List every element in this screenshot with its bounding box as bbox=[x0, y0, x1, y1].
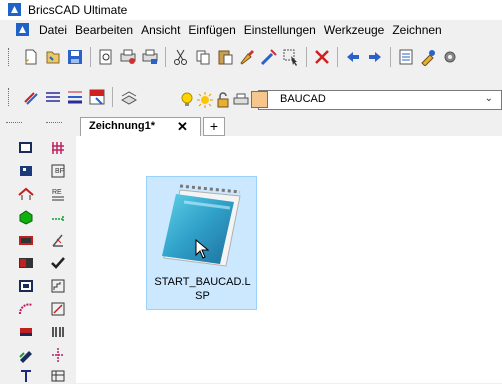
toolbar-separator bbox=[390, 47, 391, 67]
toolbar-separator bbox=[337, 47, 338, 67]
pencil-tool-icon[interactable] bbox=[18, 347, 34, 363]
properties-panel-icon[interactable] bbox=[397, 48, 415, 66]
title-bar: BricsCAD Ultimate bbox=[0, 0, 502, 20]
layer-unlocked-icon bbox=[217, 92, 229, 108]
column-tool-icon[interactable] bbox=[18, 324, 34, 340]
publish-icon[interactable] bbox=[141, 48, 159, 66]
layer-thawed-sun-icon bbox=[197, 92, 213, 108]
axis-tool-icon[interactable] bbox=[50, 347, 66, 363]
new-document-icon[interactable] bbox=[22, 48, 40, 66]
delete-icon[interactable] bbox=[313, 48, 331, 66]
open-document-icon[interactable] bbox=[44, 48, 62, 66]
redo-icon[interactable] bbox=[366, 48, 384, 66]
table-tool-icon[interactable] bbox=[50, 368, 66, 384]
roof-tool-icon[interactable] bbox=[18, 186, 34, 202]
copy-icon[interactable] bbox=[194, 48, 212, 66]
frame-tool-icon[interactable] bbox=[18, 278, 34, 294]
toolbar-separator bbox=[306, 47, 307, 67]
file-name-line1: START_BAUCAD.L bbox=[154, 276, 251, 288]
undo-icon[interactable] bbox=[344, 48, 362, 66]
toolbar-separator bbox=[165, 47, 166, 67]
window-title: BricsCAD Ultimate bbox=[28, 3, 128, 17]
window-tool-icon[interactable] bbox=[18, 232, 34, 248]
svg-text:BF: BF bbox=[55, 168, 64, 175]
left-tool-panel bbox=[0, 118, 76, 383]
select-similar-icon[interactable] bbox=[282, 48, 300, 66]
panel-grip[interactable] bbox=[6, 122, 22, 123]
tab-zeichnung1[interactable]: Zeichnung1* ✕ bbox=[80, 117, 201, 136]
bricscad-logo-icon bbox=[8, 3, 21, 16]
svg-text:RE: RE bbox=[52, 189, 62, 196]
settings-icon[interactable] bbox=[441, 48, 459, 66]
layer-plot-icon bbox=[233, 93, 249, 105]
close-icon[interactable]: ✕ bbox=[177, 119, 188, 135]
add-tab-button[interactable]: + bbox=[203, 117, 225, 136]
layer-dropdown[interactable]: BAUCAD ⌄ bbox=[181, 90, 502, 110]
wall-tool-icon[interactable] bbox=[18, 163, 34, 179]
bf-tool-icon[interactable]: BF bbox=[50, 163, 66, 179]
door-tool-icon[interactable] bbox=[18, 255, 34, 271]
hatch-tool-icon[interactable] bbox=[50, 140, 66, 156]
green-object-icon[interactable] bbox=[18, 209, 34, 225]
match-properties-icon[interactable] bbox=[238, 48, 256, 66]
paste-icon[interactable] bbox=[216, 48, 234, 66]
print-preview-icon[interactable] bbox=[97, 48, 115, 66]
arc-tool-icon[interactable] bbox=[18, 301, 34, 317]
chevron-down-icon: ⌄ bbox=[484, 93, 493, 104]
quick-properties-icon[interactable] bbox=[260, 48, 278, 66]
panel-grip[interactable] bbox=[46, 122, 62, 123]
toolbar-grip[interactable] bbox=[8, 88, 11, 106]
file-name: START_BAUCAD.L SP bbox=[147, 275, 258, 303]
draw-order-icon[interactable] bbox=[419, 48, 437, 66]
menu-werkzeuge[interactable]: Werkzeuge bbox=[320, 22, 388, 38]
plot-icon[interactable] bbox=[119, 48, 137, 66]
tab-label: Zeichnung1* bbox=[89, 120, 156, 132]
stair-tool-icon[interactable] bbox=[50, 278, 66, 294]
angle-tool-icon[interactable] bbox=[50, 232, 66, 248]
entity-color-icon[interactable] bbox=[22, 88, 40, 106]
layer-color-swatch bbox=[251, 91, 268, 108]
plus-icon: + bbox=[209, 118, 219, 134]
toolbar-grip[interactable] bbox=[8, 48, 11, 66]
save-icon[interactable] bbox=[66, 48, 84, 66]
linetype-icon[interactable] bbox=[44, 88, 62, 106]
text-tool-icon[interactable] bbox=[18, 368, 34, 384]
toolbar-separator bbox=[112, 87, 113, 107]
file-name-line2: SP bbox=[195, 290, 210, 302]
app-menu-icon[interactable] bbox=[16, 23, 29, 36]
mouse-cursor-icon bbox=[195, 239, 209, 259]
menu-ansicht[interactable]: Ansicht bbox=[137, 22, 184, 38]
re-tool-icon[interactable]: RE bbox=[50, 186, 66, 202]
layer-on-lightbulb-icon bbox=[181, 92, 193, 106]
layer-manager-icon[interactable] bbox=[88, 88, 106, 106]
check-tool-icon[interactable] bbox=[50, 255, 66, 271]
standard-toolbar bbox=[0, 42, 502, 72]
toolbar-separator bbox=[90, 47, 91, 67]
menu-datei[interactable]: Datei bbox=[35, 22, 71, 38]
menu-bearbeiten[interactable]: Bearbeiten bbox=[71, 22, 137, 38]
opening-tool-icon[interactable] bbox=[50, 301, 66, 317]
rectangle-tool-icon[interactable] bbox=[18, 140, 34, 156]
beam-tool-icon[interactable] bbox=[50, 324, 66, 340]
menu-einfuegen[interactable]: Einfügen bbox=[184, 22, 239, 38]
layer-states-icon[interactable] bbox=[120, 88, 138, 106]
cut-icon[interactable] bbox=[172, 48, 190, 66]
lineweight-icon[interactable] bbox=[66, 88, 84, 106]
menu-items: Datei Bearbeiten Ansicht Einfügen Einste… bbox=[35, 22, 446, 38]
current-layer-name: BAUCAD bbox=[280, 93, 326, 105]
menu-zeichnen[interactable]: Zeichnen bbox=[388, 22, 445, 38]
drawing-canvas[interactable] bbox=[76, 136, 502, 383]
menu-einstellungen[interactable]: Einstellungen bbox=[240, 22, 320, 38]
dimension-tool-icon[interactable] bbox=[50, 209, 66, 225]
